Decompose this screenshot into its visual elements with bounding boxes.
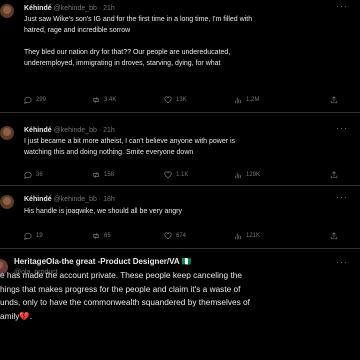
share-icon: [330, 96, 338, 104]
views-count: 121K: [246, 233, 261, 239]
repost-button[interactable]: 3.4K: [92, 96, 116, 104]
repost-icon: [93, 232, 99, 240]
tweet-line: amily💔.: [0, 310, 32, 321]
share-button[interactable]: [330, 232, 338, 242]
tweet-line: watching this and doing nothing. Smite e…: [24, 149, 194, 156]
views-icon: [235, 233, 241, 240]
author-handle[interactable]: @kehinde_bb · 21h: [54, 5, 115, 12]
repost-button[interactable]: 158: [92, 171, 114, 179]
heart-icon: [164, 232, 172, 240]
views-button[interactable]: 129K: [234, 171, 260, 179]
tweet-line: e has made the account private. These pe…: [0, 270, 243, 280]
like-button[interactable]: 1.1K: [164, 171, 188, 179]
avatar[interactable]: [0, 126, 14, 140]
author-name[interactable]: Kéhindé: [24, 196, 52, 203]
heart-icon: [164, 171, 172, 179]
views-count: 1.2M: [246, 97, 260, 103]
avatar[interactable]: [0, 195, 14, 209]
author-name[interactable]: Kéhindé: [24, 5, 52, 12]
repost-count: 65: [104, 233, 111, 239]
reply-count: 299: [36, 97, 47, 103]
author-handle[interactable]: @kehinde_bb · 18h: [54, 196, 115, 203]
main-tweet-text: e has made the account private. These pe…: [0, 269, 354, 323]
tweet-text: His handle is joaqwike, we should all be…: [24, 206, 350, 217]
views-button[interactable]: 1.2M: [234, 96, 259, 104]
like-button[interactable]: 13K: [164, 96, 187, 104]
reply-icon: [24, 96, 32, 104]
reply-count: 19: [36, 233, 43, 239]
share-button[interactable]: [330, 96, 338, 106]
views-button[interactable]: 121K: [234, 232, 260, 240]
tweet-header: Kéhindé @kehinde_bb · 21h: [24, 125, 115, 136]
more-options-icon[interactable]: ···: [336, 257, 348, 267]
more-options-icon[interactable]: ···: [336, 192, 348, 202]
tweet-3[interactable]: Kéhindé @kehinde_bb · 18h ··· His handle…: [0, 185, 360, 249]
tweet-text: I just became a bit more atheist, I can'…: [24, 136, 350, 158]
like-button[interactable]: 674: [164, 232, 186, 240]
author-name[interactable]: Kéhindé: [24, 127, 52, 134]
main-tweet[interactable]: HeritageOla-the great -Product Designer/…: [0, 248, 360, 360]
tweet-actions: 36 158 1.1K 129K: [24, 171, 350, 183]
like-count: 674: [176, 233, 187, 239]
tweet-line: unds, only to have the commonwealth squa…: [0, 297, 250, 307]
tweet-line: underemployed, immigrating in droves, st…: [24, 60, 221, 67]
repost-button[interactable]: 65: [92, 232, 111, 240]
flag-emoji: 🇳🇬: [181, 257, 192, 266]
tweet-line: They bled our nation dry for that?? Our …: [24, 49, 231, 56]
tweet-actions: 299 3.4K 13K 1.2M: [24, 96, 350, 108]
avatar[interactable]: [0, 4, 14, 18]
tweet-actions: 19 65 674 121K: [24, 232, 350, 244]
reply-button[interactable]: 299: [24, 96, 46, 104]
tweet-1[interactable]: Kéhindé @kehinde_bb · 21h ··· Just saw W…: [0, 0, 360, 113]
tweet-2[interactable]: Kéhindé @kehinde_bb · 21h ··· I just bec…: [0, 112, 360, 186]
reply-icon: [24, 232, 32, 240]
repost-icon: [93, 171, 99, 179]
reply-count: 36: [36, 172, 43, 178]
like-count: 13K: [176, 97, 187, 103]
views-icon: [235, 97, 241, 104]
share-icon: [330, 232, 338, 240]
views-count: 129K: [246, 172, 261, 178]
repost-count: 158: [104, 172, 115, 178]
more-options-icon[interactable]: ···: [336, 1, 348, 11]
author-name[interactable]: HeritageOla-the great -Product Designer/…: [14, 257, 180, 266]
heart-icon: [164, 96, 172, 104]
tweet-header: Kéhindé @kehinde_bb · 21h: [24, 3, 115, 14]
more-options-icon[interactable]: ···: [336, 123, 348, 133]
share-icon: [330, 171, 338, 179]
tweet-line: hings that makes progress for the people…: [0, 283, 241, 294]
like-count: 1.1K: [176, 172, 189, 178]
repost-count: 3.4K: [104, 97, 117, 103]
tweet-line: Just saw Wike's son's IG and for the fir…: [24, 16, 253, 23]
tweet-line: I just became a bit more atheist, I can'…: [24, 138, 236, 145]
reply-button[interactable]: 19: [24, 232, 43, 240]
share-button[interactable]: [330, 171, 338, 181]
tweet-text: Just saw Wike's son's IG and for the fir…: [24, 14, 350, 69]
views-icon: [235, 172, 241, 179]
tweet-header: Kéhindé @kehinde_bb · 18h: [24, 194, 115, 205]
reply-icon: [24, 171, 32, 179]
tweet-line: hatred, rage and incredible sorrow: [24, 27, 131, 34]
tweet-line: His handle is joaqwike, we should all be…: [24, 208, 182, 215]
repost-icon: [93, 96, 99, 104]
author-handle[interactable]: @kehinde_bb · 21h: [54, 127, 115, 134]
reply-button[interactable]: 36: [24, 171, 43, 179]
